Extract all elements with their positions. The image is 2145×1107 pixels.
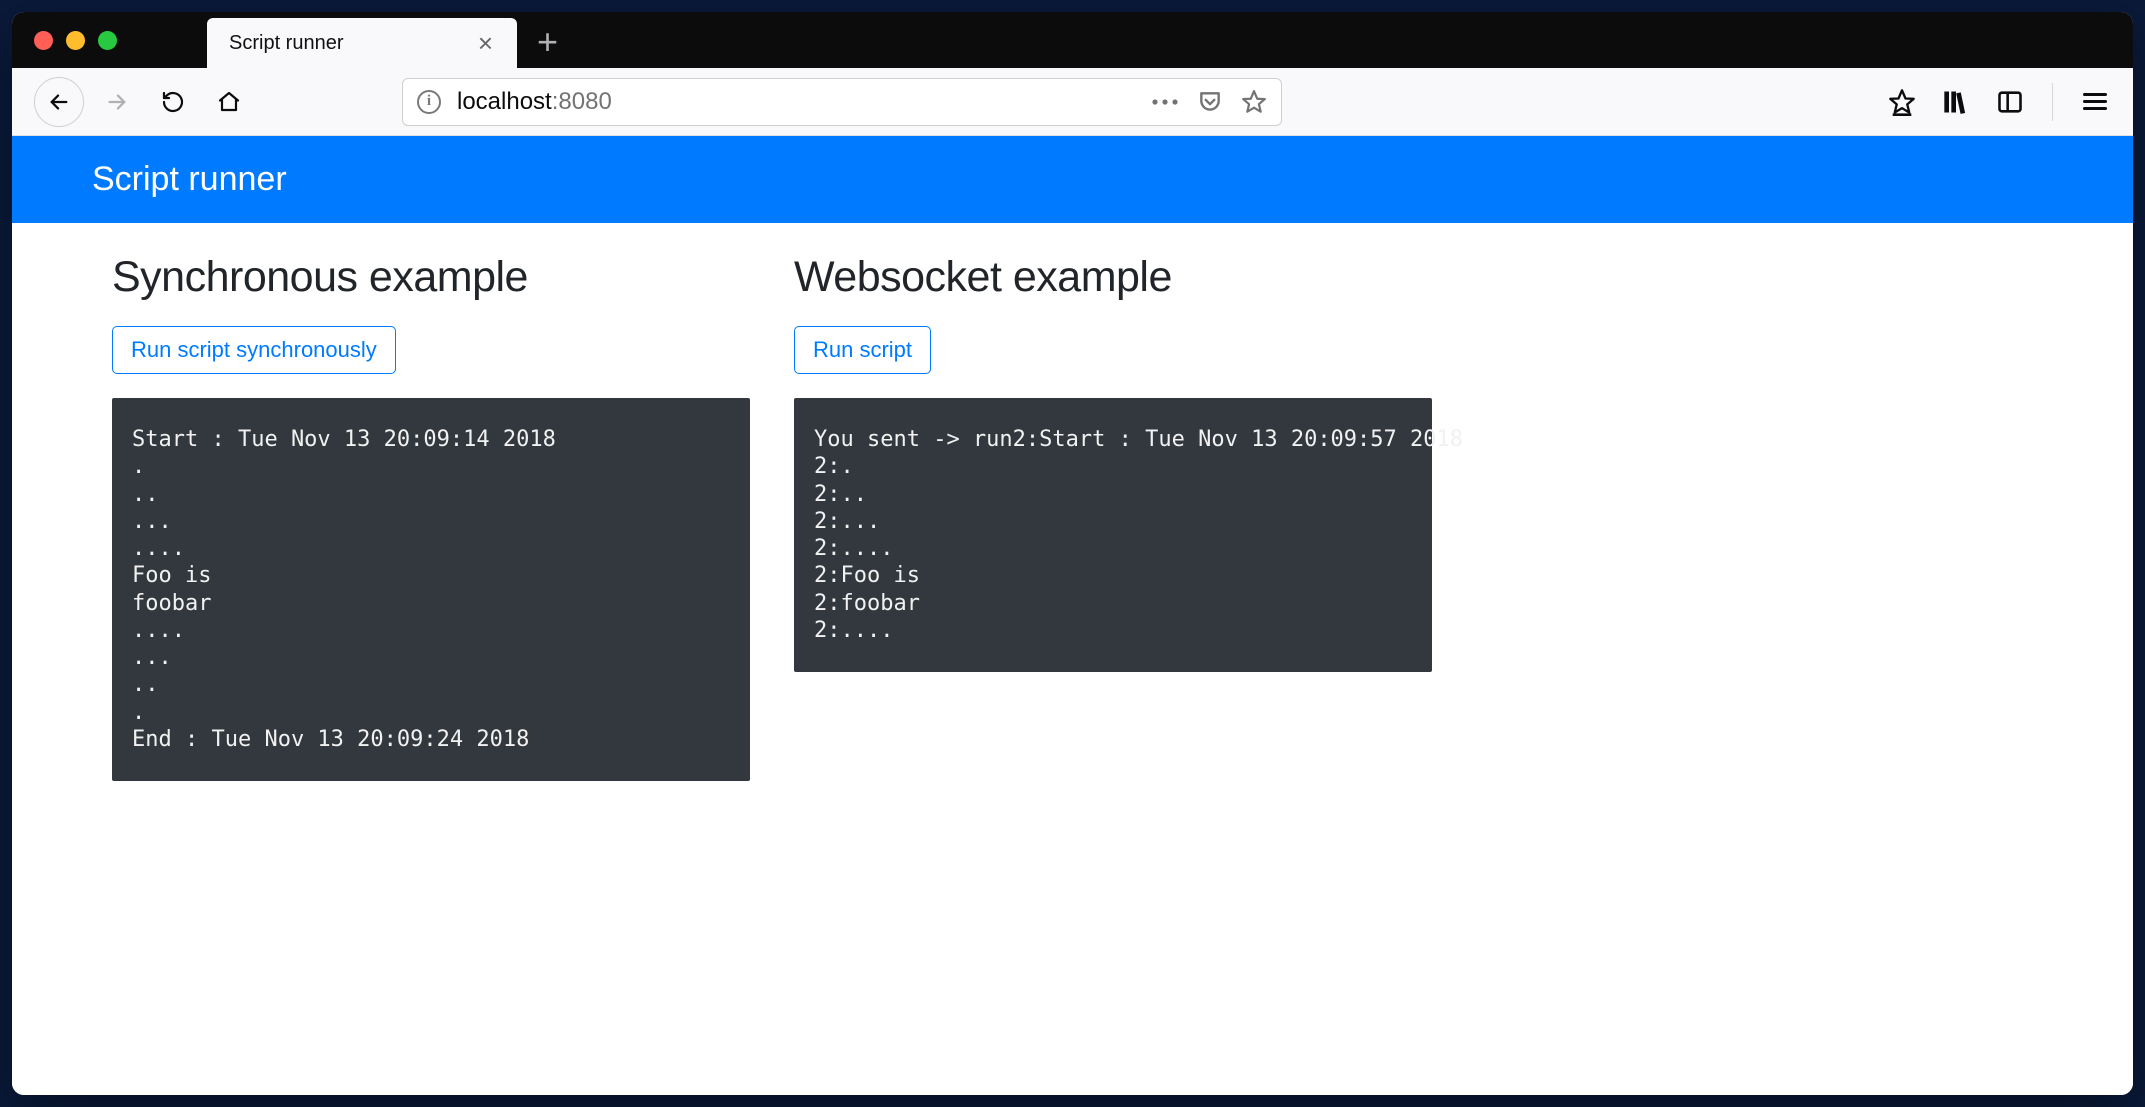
close-tab-icon[interactable]: × (472, 28, 499, 59)
reload-button[interactable] (150, 79, 196, 125)
ws-column: Websocket example Run script You sent ->… (794, 253, 1432, 781)
reload-icon (161, 90, 185, 114)
url-host: localhost (457, 88, 552, 116)
tab-strip: Script runner × + (12, 12, 2133, 68)
window-maximize-button[interactable] (98, 31, 117, 50)
address-bar[interactable]: i localhost:8080 (402, 78, 1282, 126)
window-close-button[interactable] (34, 31, 53, 50)
browser-tab[interactable]: Script runner × (207, 18, 517, 68)
toolbar-divider (2052, 83, 2053, 121)
sync-output: Start : Tue Nov 13 20:09:14 2018 . .. ..… (112, 398, 750, 781)
url-port: :8080 (552, 88, 612, 116)
bookmark-star-icon[interactable] (1241, 89, 1267, 115)
sync-heading: Synchronous example (112, 253, 750, 302)
bookmarks-menu-icon[interactable] (1886, 86, 1918, 118)
run-sync-button[interactable]: Run script synchronously (112, 326, 396, 374)
tab-title: Script runner (229, 32, 472, 55)
app-menu-button[interactable] (2079, 86, 2111, 118)
traffic-lights (34, 31, 117, 50)
page-viewport: Script runner Synchronous example Run sc… (12, 136, 2133, 1095)
site-info-icon[interactable]: i (417, 90, 441, 114)
app-header: Script runner (12, 136, 2133, 223)
home-icon (217, 90, 241, 114)
arrow-left-icon (48, 91, 70, 113)
page-actions-icon[interactable] (1151, 98, 1179, 106)
sidebar-icon[interactable] (1994, 86, 2026, 118)
browser-window: Script runner × + i localhost:8080 (12, 12, 2133, 1095)
back-button[interactable] (34, 77, 84, 127)
browser-toolbar: i localhost:8080 (12, 68, 2133, 136)
new-tab-button[interactable]: + (517, 21, 578, 63)
sync-column: Synchronous example Run script synchrono… (112, 253, 750, 781)
forward-button[interactable] (94, 79, 140, 125)
arrow-right-icon (106, 91, 128, 113)
window-minimize-button[interactable] (66, 31, 85, 50)
run-ws-button[interactable]: Run script (794, 326, 931, 374)
page-content: Synchronous example Run script synchrono… (12, 223, 2133, 821)
hamburger-icon (2083, 89, 2107, 114)
toolbar-right (1886, 83, 2111, 121)
ws-output: You sent -> run2:Start : Tue Nov 13 20:0… (794, 398, 1432, 672)
home-button[interactable] (206, 79, 252, 125)
pocket-icon[interactable] (1197, 89, 1223, 115)
app-title: Script runner (92, 160, 287, 198)
ws-heading: Websocket example (794, 253, 1432, 302)
library-icon[interactable] (1940, 86, 1972, 118)
